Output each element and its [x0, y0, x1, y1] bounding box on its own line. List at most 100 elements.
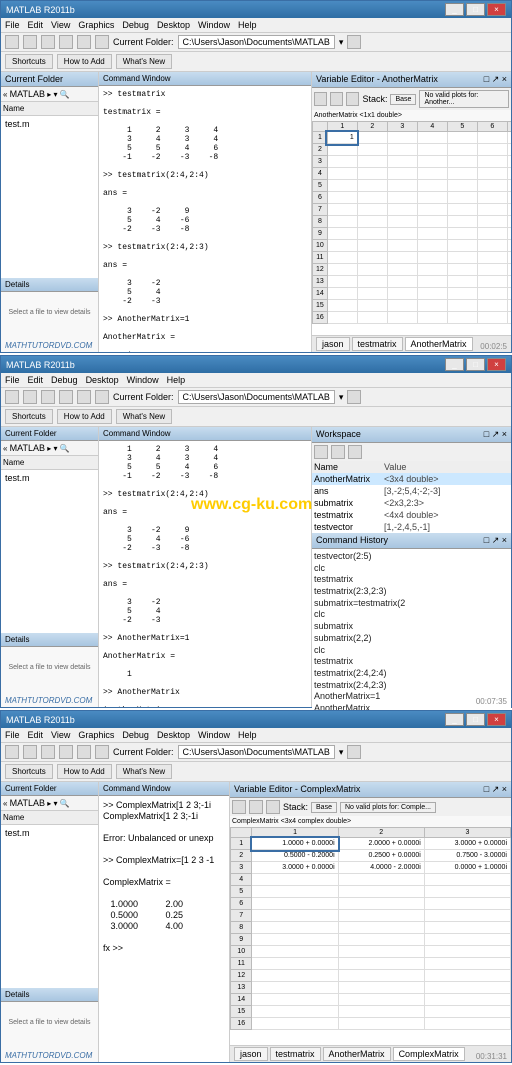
workspace-list[interactable]: NameValue AnotherMatrix<3x4 double> ans[…: [312, 461, 511, 533]
tab-shortcuts[interactable]: Shortcuts: [5, 409, 53, 424]
menu-file[interactable]: File: [5, 375, 20, 385]
tab-howto[interactable]: How to Add: [57, 764, 112, 779]
ws-row[interactable]: submatrix<2x3,2:3>: [312, 497, 511, 509]
ws-row[interactable]: ans[3,-2;5,4;-2;-3]: [312, 485, 511, 497]
menu-file[interactable]: File: [5, 20, 20, 30]
cut-icon[interactable]: [41, 390, 55, 404]
browse-icon[interactable]: ▾: [339, 392, 344, 403]
ws-icon[interactable]: [331, 445, 345, 459]
copy-icon[interactable]: [59, 35, 73, 49]
name-column[interactable]: Name: [1, 102, 98, 116]
open-icon[interactable]: [23, 745, 37, 759]
browse-icon[interactable]: ▾: [339, 747, 344, 758]
help-icon[interactable]: [95, 390, 109, 404]
up-folder-icon[interactable]: [347, 35, 361, 49]
maximize-button[interactable]: □: [466, 713, 485, 726]
new-icon[interactable]: [5, 35, 19, 49]
menu-desktop[interactable]: Desktop: [157, 20, 190, 30]
up-folder-icon[interactable]: [347, 390, 361, 404]
tab-howto[interactable]: How to Add: [57, 409, 112, 424]
status-tab[interactable]: jason: [316, 337, 350, 351]
open-icon[interactable]: [23, 35, 37, 49]
help-icon[interactable]: [95, 745, 109, 759]
status-tab[interactable]: jason: [234, 1047, 268, 1061]
stack-select[interactable]: Base: [311, 802, 337, 813]
ws-row[interactable]: testvector[1,-2,4,5,-1]: [312, 521, 511, 533]
close-button[interactable]: ×: [487, 713, 506, 726]
file-item[interactable]: test.m: [3, 827, 96, 839]
minimize-button[interactable]: _: [445, 713, 464, 726]
menu-debug[interactable]: Debug: [51, 375, 78, 385]
history-list[interactable]: testvector(2:5) clc testmatrix testmatri…: [312, 549, 511, 717]
maximize-button[interactable]: □: [466, 3, 485, 16]
status-tab[interactable]: ComplexMatrix: [393, 1047, 465, 1061]
menu-debug[interactable]: Debug: [122, 730, 149, 740]
menu-help[interactable]: Help: [238, 20, 257, 30]
grid-cell[interactable]: 1: [327, 132, 357, 144]
help-icon[interactable]: [95, 35, 109, 49]
status-tab[interactable]: AnotherMatrix: [405, 337, 473, 351]
tab-whatsnew[interactable]: What's New: [116, 409, 172, 424]
current-folder-path[interactable]: C:\Users\Jason\Documents\MATLAB: [178, 35, 335, 49]
copy-icon[interactable]: [59, 390, 73, 404]
up-folder-icon[interactable]: [347, 745, 361, 759]
ws-row[interactable]: AnotherMatrix<3x4 double>: [312, 473, 511, 485]
ve-copy-icon[interactable]: [346, 92, 359, 106]
status-tab[interactable]: AnotherMatrix: [323, 1047, 391, 1061]
ws-row[interactable]: testmatrix<4x4 double>: [312, 509, 511, 521]
current-folder-path[interactable]: C:\Users\Jason\Documents\MATLAB: [178, 745, 335, 759]
minimize-button[interactable]: _: [445, 358, 464, 371]
ve-cut-icon[interactable]: [330, 92, 343, 106]
paste-icon[interactable]: [77, 390, 91, 404]
tab-whatsnew[interactable]: What's New: [116, 54, 172, 69]
cut-icon[interactable]: [41, 745, 55, 759]
menu-help[interactable]: Help: [238, 730, 257, 740]
file-item[interactable]: test.m: [3, 118, 96, 130]
paste-icon[interactable]: [77, 745, 91, 759]
new-icon[interactable]: [5, 745, 19, 759]
paste-icon[interactable]: [77, 35, 91, 49]
current-folder-path[interactable]: C:\Users\Jason\Documents\MATLAB: [178, 390, 335, 404]
file-browser[interactable]: test.m: [1, 116, 98, 278]
copy-icon[interactable]: [59, 745, 73, 759]
menu-edit[interactable]: Edit: [28, 730, 44, 740]
menu-window[interactable]: Window: [127, 375, 159, 385]
close-button[interactable]: ×: [487, 358, 506, 371]
plots-dropdown[interactable]: No valid plots for: Comple...: [340, 802, 436, 813]
cut-icon[interactable]: [41, 35, 55, 49]
file-item[interactable]: test.m: [3, 472, 96, 484]
close-button[interactable]: ×: [487, 3, 506, 16]
tab-shortcuts[interactable]: Shortcuts: [5, 764, 53, 779]
grid-cell[interactable]: 1.0000 + 0.0000i: [252, 838, 338, 850]
minimize-button[interactable]: _: [445, 3, 464, 16]
menu-view[interactable]: View: [51, 20, 70, 30]
plots-dropdown[interactable]: No valid plots for: Another...: [419, 90, 509, 108]
open-icon[interactable]: [23, 390, 37, 404]
maximize-button[interactable]: □: [466, 358, 485, 371]
menu-edit[interactable]: Edit: [28, 20, 44, 30]
menu-view[interactable]: View: [51, 730, 70, 740]
variable-grid[interactable]: 123 11.0000 + 0.0000i2.0000 + 0.0000i3.0…: [230, 827, 511, 1045]
tab-whatsnew[interactable]: What's New: [116, 764, 172, 779]
menu-debug[interactable]: Debug: [122, 20, 149, 30]
menu-window[interactable]: Window: [198, 730, 230, 740]
command-window-content[interactable]: >> testmatrix testmatrix = 1 2 3 4 3 4 3…: [99, 86, 311, 352]
menu-desktop[interactable]: Desktop: [157, 730, 190, 740]
new-icon[interactable]: [5, 390, 19, 404]
ve-print-icon[interactable]: [314, 92, 327, 106]
status-tab[interactable]: testmatrix: [270, 1047, 321, 1061]
menu-file[interactable]: File: [5, 730, 20, 740]
menu-help[interactable]: Help: [167, 375, 186, 385]
ws-icon[interactable]: [348, 445, 362, 459]
tab-howto[interactable]: How to Add: [57, 54, 112, 69]
menu-edit[interactable]: Edit: [28, 375, 44, 385]
ve-copy-icon[interactable]: [266, 800, 280, 814]
ve-cut-icon[interactable]: [249, 800, 263, 814]
ve-print-icon[interactable]: [232, 800, 246, 814]
ws-icon[interactable]: [314, 445, 328, 459]
menu-desktop[interactable]: Desktop: [86, 375, 119, 385]
menu-graphics[interactable]: Graphics: [78, 20, 114, 30]
command-window-content[interactable]: >> ComplexMatrix[1 2 3;-1i ComplexMatrix…: [99, 796, 229, 1062]
menu-window[interactable]: Window: [198, 20, 230, 30]
status-tab[interactable]: testmatrix: [352, 337, 403, 351]
